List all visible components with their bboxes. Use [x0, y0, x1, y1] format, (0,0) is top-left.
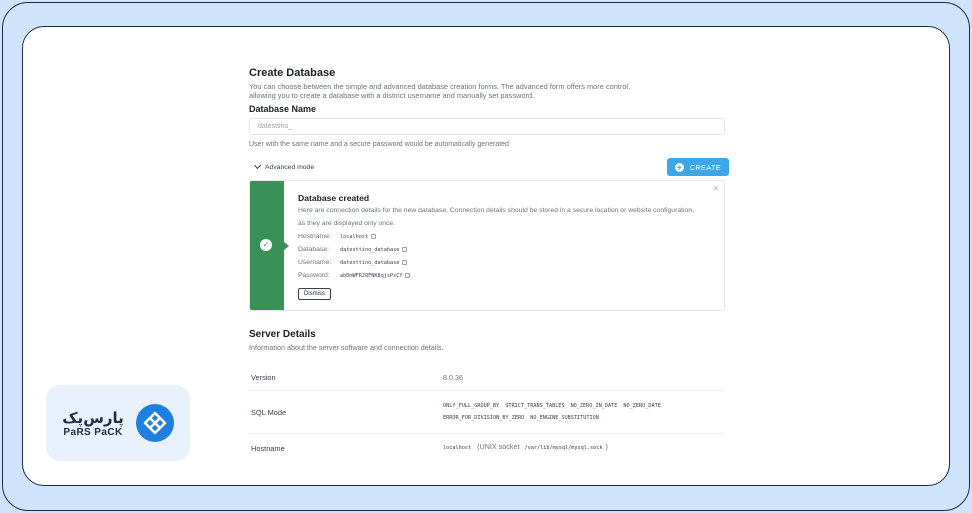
sql-mode-value: ONLY_FULL_GROUP_BY STRICT_TRANS_TABLES N…: [443, 400, 725, 424]
copy-icon[interactable]: [405, 273, 411, 278]
sql-mode-chip: NO_ZERO_DATE: [623, 403, 661, 409]
advanced-mode-label: Advanced mode: [265, 163, 315, 171]
socket-suffix: ): [605, 442, 608, 451]
dismiss-button[interactable]: Dismiss: [298, 288, 331, 300]
database-name-input[interactable]: datesttino_: [249, 118, 725, 135]
create-button-label: CREATE: [689, 162, 721, 172]
server-details-table: Version 8.0.36 SQL Mode ONLY_FULL_GROUP_…: [249, 364, 725, 462]
logo-en-text: PaRS PaCK: [63, 426, 123, 438]
description-line-1: You can choose between the simple and ad…: [249, 82, 631, 91]
sql-mode-chip: ONLY_FULL_GROUP_BY: [443, 403, 500, 409]
advanced-mode-toggle[interactable]: Advanced mode: [249, 161, 315, 171]
create-database-title: Create Database: [249, 67, 336, 79]
hostname-chip: localhost: [443, 445, 472, 451]
table-row: Version 8.0.36: [249, 364, 725, 391]
field-label: Password:: [298, 272, 330, 279]
parspack-logo-icon: [135, 404, 174, 442]
version-value: 8.0.36: [443, 372, 463, 382]
database-field: Database: datesttino_database: [298, 243, 724, 256]
plus-circle-icon: +: [674, 162, 684, 172]
sql-mode-chip: NO_ENGINE_SUBSTITUTION: [530, 415, 599, 421]
hostname-value: localhost (UNIX socket /var/lib/mysql/my…: [443, 442, 725, 454]
field-label: Username:: [298, 259, 332, 266]
server-details-title: Server Details: [249, 329, 316, 340]
parspack-logo-text: پارس‌پک PaRS PaCK: [62, 409, 124, 438]
field-label: Hostname:: [298, 233, 331, 240]
description-line-2: allowing you to create a database with a…: [249, 91, 535, 100]
hostname-field: Hostname: localhost: [298, 230, 724, 243]
sql-mode-chip: ERROR_FOR_DIVISION_BY_ZERO: [443, 415, 525, 421]
field-value[interactable]: datesttino_database: [340, 260, 399, 266]
hostname-label: Hostname: [251, 443, 285, 453]
alert-title: Database created: [298, 193, 370, 203]
parspack-logo-card: پارس‌پک PaRS PaCK: [46, 385, 190, 461]
database-created-alert: ✓ Database created Here are connection d…: [249, 180, 725, 311]
chevron-down-icon: [253, 161, 262, 170]
create-database-description: You can choose between the simple and ad…: [249, 82, 729, 100]
table-row: Hostname localhost (UNIX socket /var/lib…: [249, 434, 725, 462]
database-name-label: Database Name: [249, 104, 317, 114]
sql-mode-label: SQL Mode: [251, 407, 287, 417]
field-label: Database:: [298, 246, 329, 253]
alert-status-bar: ✓: [250, 181, 289, 310]
alert-body: Database created Here are connection det…: [284, 181, 724, 310]
sql-mode-chip: NO_ZERO_IN_DATE: [570, 403, 618, 409]
auto-user-hint: User with the same name and a secure pas…: [249, 141, 509, 148]
password-field: Password: abDmWFR2QFNK8qjsPsCY: [298, 269, 724, 282]
content-area: Create Database You can choose between t…: [249, 67, 729, 462]
version-label: Version: [251, 372, 276, 382]
field-value[interactable]: datesttino_database: [340, 247, 399, 253]
alert-text: Here are connection details for the new …: [298, 207, 694, 227]
close-icon[interactable]: ×: [713, 184, 718, 193]
alert-arrow: [284, 242, 289, 250]
socket-prefix: (UNIX socket: [477, 442, 520, 451]
table-row: SQL Mode ONLY_FULL_GROUP_BY STRICT_TRANS…: [249, 391, 725, 434]
copy-icon[interactable]: [402, 247, 408, 252]
logo-fa-text: پارس‌پک: [62, 409, 124, 427]
field-value[interactable]: localhost: [340, 234, 368, 240]
socket-path-chip: /var/lib/mysql/mysql.sock: [524, 445, 603, 451]
check-circle-icon: ✓: [260, 239, 272, 251]
username-field: Username: datesttino_database: [298, 256, 724, 269]
advanced-row: Advanced mode + CREATE: [249, 158, 729, 176]
field-value[interactable]: abDmWFR2QFNK8qjsPsCY: [340, 273, 402, 279]
copy-icon[interactable]: [402, 260, 408, 265]
server-details-description: Information about the server software an…: [249, 343, 444, 352]
sql-mode-chip: STRICT_TRANS_TABLES: [505, 403, 565, 409]
create-button[interactable]: + CREATE: [666, 158, 729, 176]
copy-icon[interactable]: [371, 234, 377, 239]
